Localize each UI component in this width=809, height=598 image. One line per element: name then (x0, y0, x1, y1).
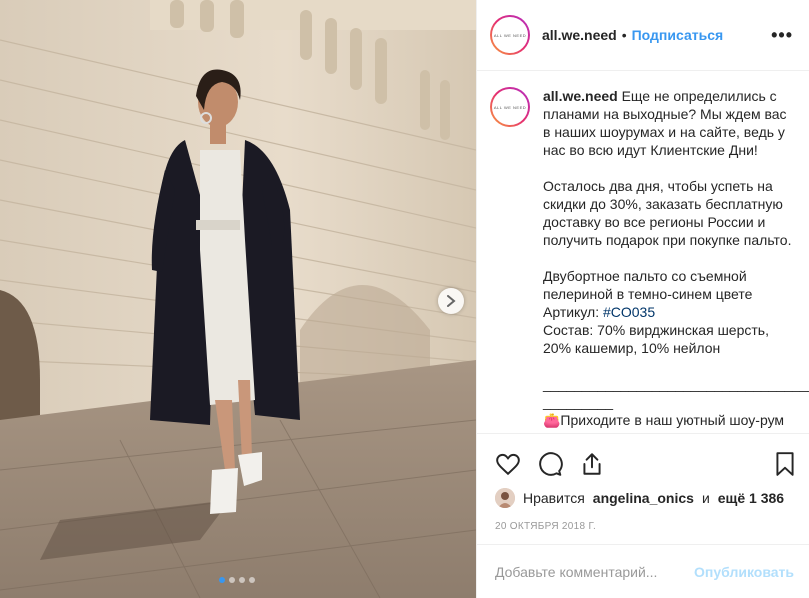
caption-divider: ____________________________________ (543, 376, 809, 392)
liker-avatar-image (495, 488, 515, 508)
post-username[interactable]: all.we.need (542, 27, 617, 43)
action-bar (477, 433, 809, 493)
caption-paragraph: Состав: 70% вирджинская шерсть, 20% каше… (543, 322, 769, 356)
more-options-icon[interactable]: ••• (771, 26, 793, 44)
caption-paragraph: Осталось два дня, чтобы успеть на скидки… (543, 178, 792, 248)
likes-prefix: Нравится (523, 490, 585, 506)
comment-input[interactable] (495, 563, 695, 580)
carousel-dot (219, 577, 225, 583)
caption-username[interactable]: all.we.need (543, 88, 618, 104)
photo-image (0, 0, 476, 598)
caption-avatar[interactable]: ALL WE NEED (490, 87, 530, 127)
heart-icon[interactable] (495, 451, 521, 477)
post-side-panel: ALL WE NEED all.we.need • Подписаться ••… (476, 0, 809, 598)
caption-paragraph: 👛Приходите в наш уютный шоу-рум (543, 412, 785, 428)
avatar-logo-text: ALL WE NEED (493, 32, 527, 38)
next-photo-button[interactable] (438, 288, 464, 314)
caption-article: Артикул: #CO035 (543, 303, 795, 321)
share-icon[interactable] (579, 451, 605, 477)
liker-avatar[interactable] (495, 488, 515, 508)
avatar-inner: ALL WE NEED (492, 89, 528, 125)
hashtag-link[interactable]: #CO035 (603, 304, 655, 320)
caption-divider: _________ (543, 394, 614, 410)
caption-paragraph: all.we.need Еще не определились с планам… (543, 87, 795, 159)
caption-text: all.we.need Еще не определились с планам… (543, 87, 809, 433)
carousel-dot (239, 577, 245, 583)
caption-paragraph: Двубортное пальто со съемной пелериной в… (543, 268, 753, 302)
carousel-dot (249, 577, 255, 583)
comment-icon[interactable] (537, 451, 563, 477)
liker-username[interactable]: angelina_onics (593, 490, 694, 506)
carousel-indicator (219, 577, 255, 583)
follow-button[interactable]: Подписаться (632, 27, 724, 43)
header-bullet: • (621, 27, 627, 43)
avatar-inner: ALL WE NEED (492, 17, 528, 53)
likes-count[interactable]: ещё 1 386 (718, 490, 784, 506)
chevron-right-icon (447, 295, 456, 307)
comment-bar: Опубликовать (477, 544, 809, 598)
likes-summary: Нравится angelina_onics и ещё 1 386 (495, 488, 784, 508)
carousel-dot (229, 577, 235, 583)
article-label: Артикул: (543, 304, 603, 320)
post-date[interactable]: 20 ОКТЯБРЯ 2018 Г. (495, 521, 596, 532)
post-header: ALL WE NEED all.we.need • Подписаться ••… (477, 0, 809, 71)
post-photo[interactable] (0, 0, 476, 598)
avatar-logo-text: ALL WE NEED (493, 104, 527, 110)
caption-block: ALL WE NEED all.we.need Еще не определил… (477, 71, 809, 433)
avatar[interactable]: ALL WE NEED (490, 15, 530, 55)
likes-and: и (701, 490, 710, 506)
bookmark-icon[interactable] (772, 451, 798, 477)
publish-button[interactable]: Опубликовать (694, 564, 794, 580)
